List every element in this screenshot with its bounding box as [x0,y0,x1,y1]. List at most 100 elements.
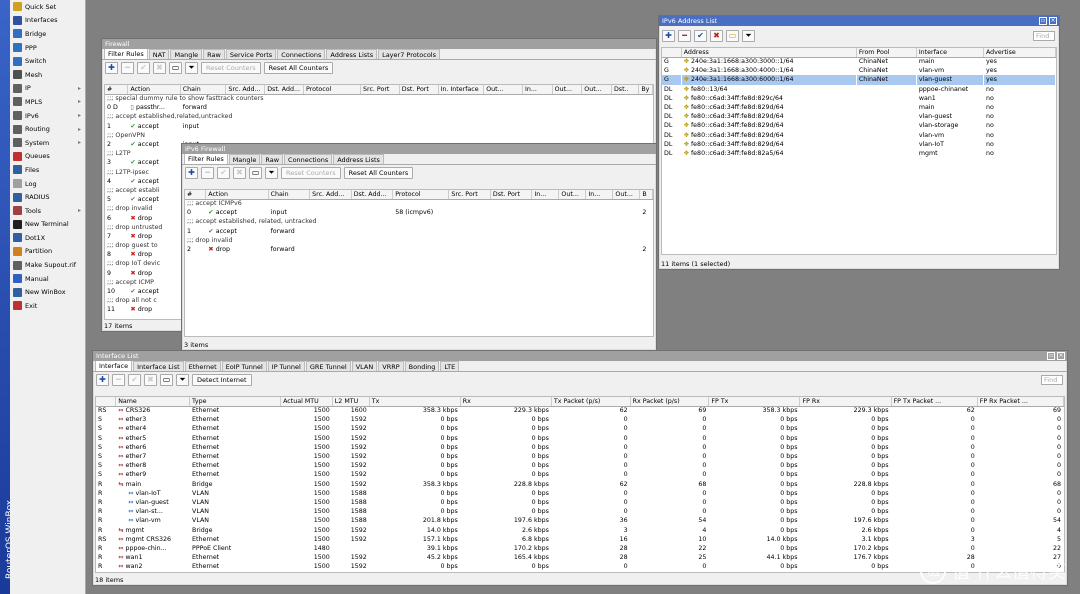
tab-bonding[interactable]: Bonding [404,361,440,371]
column-header[interactable]: Rx [460,397,552,407]
column-header[interactable]: Action [205,190,269,200]
menu-item-files[interactable]: Files [10,163,85,177]
column-header[interactable]: Tx Packet (p/s) [551,397,631,407]
restore-icon[interactable]: ▫ [1047,352,1055,360]
menu-item-switch[interactable]: Switch [10,54,85,68]
column-header[interactable]: Src. Add... [225,85,266,95]
column-header[interactable]: Advertise [983,48,1056,58]
tab-ip-tunnel[interactable]: IP Tunnel [267,361,305,371]
column-header[interactable]: Actual MTU [280,397,333,407]
column-header[interactable]: Chain [268,190,311,200]
interface-row[interactable]: R ⇔ vlan-guest VLAN 1500 1588 0 bps 0 bps 0 0 0 b… [96,498,1064,507]
column-header[interactable]: FP Tx [708,397,801,407]
column-header[interactable]: Protocol [392,190,450,200]
tab-mangle[interactable]: Mangle [170,49,203,59]
add-icon[interactable]: ✚ [96,374,109,386]
rule-row[interactable]: 1 ✔ accept forward [185,227,653,236]
column-header[interactable]: Rx Packet (p/s) [630,397,710,407]
address-row[interactable]: DL ✥ fe80::c6ad:34ff:fe8d:82a5/64 mgmt no [662,149,1056,158]
column-header[interactable] [96,397,117,407]
column-header[interactable]: FP Tx Packet ... [891,397,978,407]
comment-row[interactable]: ;;; special dummy rule to show fasttrack… [105,94,653,103]
menu-item-log[interactable]: Log [10,177,85,191]
close-icon[interactable]: × [1049,17,1057,25]
filter-icon[interactable]: ⏷ [185,62,198,74]
column-header[interactable]: Out... [483,85,523,95]
interface-row[interactable]: S ⇔ ether9 Ethernet 1500 1592 0 bps 0 bps 0 0 0 b… [96,470,1064,479]
remove-icon[interactable]: ━ [201,167,214,179]
close-icon[interactable]: × [1057,352,1065,360]
address-row[interactable]: DL ✥ fe80::c6ad:34ff:fe8d:829d/64 vlan-IoT… [662,140,1056,149]
comment-icon[interactable]: ▭ [726,30,739,42]
comment-icon[interactable]: ▭ [249,167,262,179]
menu-item-dot1x[interactable]: Dot1X [10,231,85,245]
add-icon[interactable]: ✚ [662,30,675,42]
remove-icon[interactable]: ━ [112,374,125,386]
column-header[interactable]: Action [127,85,181,95]
restore-icon[interactable]: ▫ [1039,17,1047,25]
column-header[interactable]: By [638,85,653,95]
tab-layer7-protocols[interactable]: Layer7 Protocols [378,49,440,59]
reset-all-counters-button[interactable]: Reset All Counters [343,167,414,179]
filter-icon[interactable]: ⏷ [176,374,189,386]
add-icon[interactable]: ✚ [185,167,198,179]
enable-icon[interactable]: ✔ [217,167,230,179]
address-row[interactable]: G ✥ 240e:3a1:1668:a300:4000::1/64 ChinaNet… [662,66,1056,75]
address-row[interactable]: DL ✥ fe80::c6ad:34ff:fe8d:829d/64 vlan-gue… [662,112,1056,121]
filter-icon[interactable]: ⏷ [265,167,278,179]
firewall-titlebar[interactable]: Firewall [102,39,656,49]
column-header[interactable]: Dst. Port [490,190,533,200]
menu-item-routing[interactable]: Routing ▸ [10,122,85,136]
tab-mangle[interactable]: Mangle [228,154,261,164]
tab-eoip-tunnel[interactable]: EoIP Tunnel [221,361,267,371]
rule-row[interactable]: 1 ✔ accept input [105,122,653,131]
ipv6-address-list-window[interactable]: IPv6 Address List ▫ × ✚ ━ ✔ ✖ ▭ ⏷ Find Ad… [658,15,1060,270]
column-header[interactable]: FP Rx [799,397,892,407]
menu-item-queues[interactable]: Queues [10,150,85,164]
interface-row[interactable]: S ⇔ ether3 Ethernet 1500 1592 0 bps 0 bps 0 0 0 b… [96,415,1064,424]
menu-item-exit[interactable]: Exit [10,299,85,313]
column-header[interactable]: L2 MTU [332,397,370,407]
column-header[interactable]: From Pool [856,48,917,58]
disable-icon[interactable]: ✖ [710,30,723,42]
menu-item-supout[interactable]: Make Supout.rif [10,258,85,272]
tab-connections[interactable]: Connections [284,154,333,164]
column-header[interactable]: Dst. Add... [264,85,304,95]
tab-interface-list[interactable]: Interface List [133,361,184,371]
column-header[interactable]: Src. Port [360,85,400,95]
column-header[interactable] [662,48,682,58]
column-header[interactable]: Address [681,48,857,58]
enable-icon[interactable]: ✔ [128,374,141,386]
disable-icon[interactable]: ✖ [153,62,166,74]
tab-filter-rules[interactable]: Filter Rules [104,48,148,59]
ipv6-firewall-window[interactable]: IPv6 Firewall Filter Rules Mangle Raw Conne… [181,143,657,351]
address-row[interactable]: DL ✥ fe80::c6ad:34ff:fe8d:829d/64 vlan-sto… [662,121,1056,130]
tab-vrrp[interactable]: VRRP [378,361,404,371]
menu-item-ppp[interactable]: PPP [10,41,85,55]
address-row[interactable]: DL ✥ fe80::c6ad:34ff:fe8d:829c/64 wan1 no [662,94,1056,103]
interface-row[interactable]: R ⇔ vlan-IoT VLAN 1500 1588 0 bps 0 bps 0 0 0 bps… [96,489,1064,498]
tab-connections[interactable]: Connections [277,49,326,59]
comment-row[interactable]: ;;; accept ICMPv6 [185,199,653,208]
column-header[interactable]: Src. Add... [309,190,352,200]
interface-row[interactable]: R ⇆ mgmt Bridge 1500 1592 14.0 kbps 2.6 kbps 3 4… [96,525,1064,534]
disable-icon[interactable]: ✖ [144,374,157,386]
interface-row[interactable]: S ⇔ ether8 Ethernet 1500 1592 0 bps 0 bps 0 0 0 b… [96,461,1064,470]
address-list-titlebar[interactable]: IPv6 Address List ▫ × [659,16,1059,26]
interface-row[interactable]: R ⇔ vlan-st... VLAN 1500 1588 0 bps 0 bps 0 0 0 b… [96,507,1064,516]
rule-row[interactable]: 0 D ▯ passthr... forward [105,103,653,112]
column-header[interactable]: Tx [369,397,461,407]
column-header[interactable]: In... [585,190,614,200]
comment-row[interactable]: ;;; OpenVPN [105,131,653,140]
filter-icon[interactable]: ⏷ [742,30,755,42]
menu-item-ipv6[interactable]: IPv6 ▸ [10,109,85,123]
interface-row[interactable]: S ⇔ ether7 Ethernet 1500 1592 0 bps 0 bps 0 0 0 b… [96,452,1064,461]
interface-row[interactable]: R ⇔ pppoe-chin... PPPoE Client 1480 39.1 kbp… [96,544,1064,553]
column-header[interactable]: FP Rx Packet ... [977,397,1064,407]
menu-item-quick-set[interactable]: Quick Set [10,0,85,14]
tab-address-lists[interactable]: Address Lists [333,154,384,164]
menu-item-radius[interactable]: RADIUS [10,190,85,204]
detect-internet-button[interactable]: Detect Internet [192,374,252,386]
reset-counters-button[interactable]: Reset Counters [281,167,341,179]
menu-item-interfaces[interactable]: Interfaces [10,14,85,28]
